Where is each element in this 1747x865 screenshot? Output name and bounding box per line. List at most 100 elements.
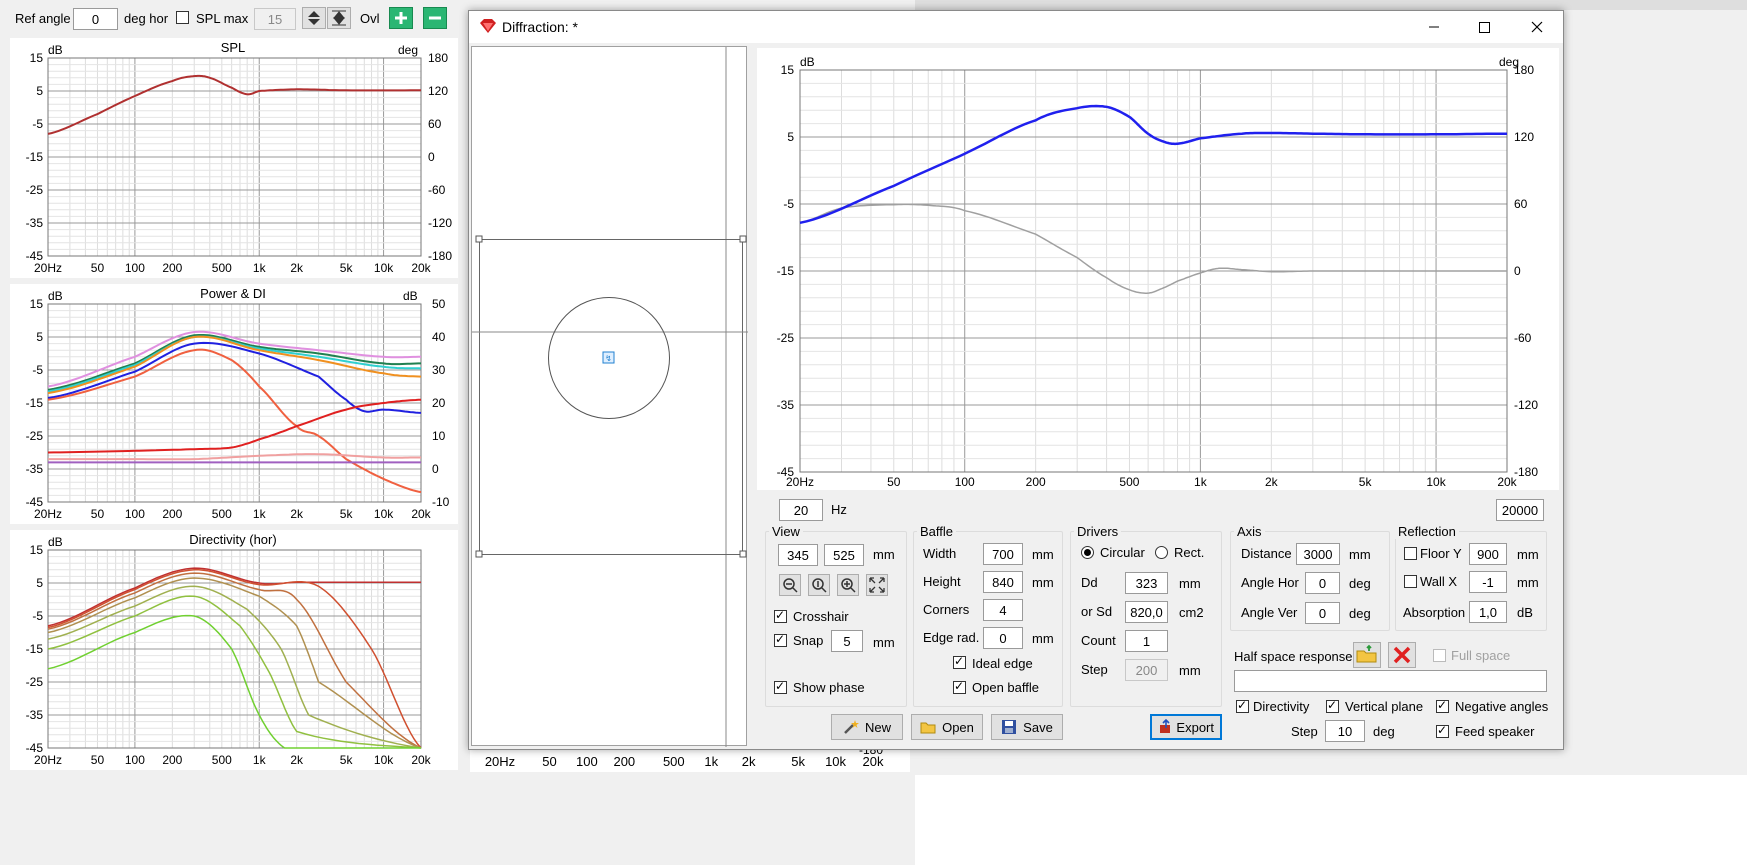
show-phase-checkbox[interactable] [774,679,787,694]
snap-checkbox[interactable] [774,632,787,647]
snap-input[interactable] [831,630,863,652]
half-space-file-input[interactable] [1234,670,1547,692]
di-x-tick: 200 [162,753,182,767]
pw-x-tick: 100 [125,507,145,521]
feed-speaker-checkbox[interactable] [1436,723,1449,738]
rect-radio[interactable] [1155,546,1168,559]
driver-step-input[interactable] [1125,659,1168,681]
open-baffle-checkbox[interactable] [953,679,966,694]
title-bar: Diffraction: * [469,11,1563,43]
bg-x-tick: 5k [791,754,805,769]
save-button[interactable]: Save [991,714,1063,740]
di-x-tick: 10k [374,753,394,767]
spl-right-tick: -60 [428,183,446,197]
wall-checkbox[interactable] [1404,575,1417,588]
angle-ver-label: Angle Ver [1241,605,1298,620]
angle-step-input[interactable] [1325,720,1365,742]
zoom-in-icon[interactable] [837,574,859,596]
crosshair-checkbox[interactable] [774,608,787,623]
browser-strip [915,0,1747,10]
close-icon[interactable] [1522,15,1552,39]
axis-title: Axis [1234,524,1265,539]
freq-unit-label: Hz [831,502,847,517]
floor-unit: mm [1517,547,1539,562]
feed-speaker-label: Feed speaker [1455,724,1535,739]
view-height-input[interactable] [824,544,864,566]
di-left-tick: -15 [26,642,44,656]
spl-left-unit: dB [48,43,63,57]
absorption-unit: dB [1517,605,1533,620]
big-left-tick: -35 [777,398,795,412]
maximize-icon[interactable] [1469,15,1499,39]
spl-chart: SPL dB deg 155-5-15-25-35-45180120600-60… [10,38,458,278]
angle-ver-input[interactable] [1305,602,1340,624]
directivity-left-unit: dB [48,535,63,549]
ref-angle-input[interactable] [73,8,118,30]
spin-up-down-icon[interactable] [302,7,326,29]
add-icon[interactable] [389,7,413,29]
pw-left-tick: 15 [30,297,44,311]
reflection-title: Reflection [1395,524,1459,539]
pw-left-tick: -25 [26,429,44,443]
circular-radio[interactable] [1081,546,1094,559]
wall-input[interactable] [1469,571,1507,593]
width-input[interactable] [983,543,1023,565]
sd-input[interactable] [1125,601,1168,623]
baffle-outline [479,239,743,555]
fit-vertical-icon[interactable] [327,7,351,29]
new-button[interactable]: New [831,714,903,740]
freq-min-input[interactable] [779,499,823,521]
negative-angles-checkbox[interactable] [1436,698,1449,713]
ovl-label: Ovl [360,11,380,26]
pw-right-tick: 50 [432,297,446,311]
zoom-fit-icon[interactable] [866,574,888,596]
absorption-input[interactable] [1469,601,1507,623]
edge-rad-input[interactable] [983,627,1023,649]
directivity-checkbox[interactable] [1236,698,1249,713]
spl-max-checkbox[interactable] [176,11,189,24]
pw-x-tick: 10k [374,507,394,521]
big-left-tick: -25 [777,331,795,345]
freq-max-input[interactable] [1496,499,1544,521]
vertical-plane-checkbox[interactable] [1326,698,1339,713]
ideal-edge-checkbox[interactable] [953,654,966,669]
spl-left-tick: -35 [26,216,44,230]
big-x-tick: 20k [1497,475,1517,489]
corners-input[interactable] [983,599,1023,621]
remove-icon[interactable] [423,7,447,29]
sd-unit: cm2 [1179,605,1204,620]
view-width-input[interactable] [778,544,818,566]
pw-left-tick: -5 [32,363,43,377]
minimize-icon[interactable] [1419,15,1449,39]
zoom-out-icon[interactable] [779,574,801,596]
open-button[interactable]: Open [911,714,983,740]
angle-hor-input[interactable] [1305,572,1340,594]
open-folder-icon[interactable] [1353,642,1381,668]
negative-angles-label: Negative angles [1455,699,1549,714]
pw-x-tick: 20k [411,507,431,521]
height-input[interactable] [983,571,1023,593]
show-phase-label: Show phase [793,680,865,695]
zoom-1to1-icon[interactable] [808,574,830,596]
pw-x-tick: 200 [162,507,182,521]
pw-right-tick: 20 [432,396,446,410]
spl-left-tick: 5 [36,84,43,98]
delete-icon[interactable] [1388,642,1416,668]
big-right-tick: -60 [1514,331,1532,345]
dd-input[interactable] [1125,572,1168,594]
driver-step-label: Step [1081,662,1108,677]
width-unit: mm [1032,547,1054,562]
floor-input[interactable] [1469,543,1507,565]
baffle-canvas[interactable]: ↯ [471,46,748,747]
power-right-unit: dB [403,289,418,303]
floor-checkbox[interactable] [1404,547,1417,560]
count-input[interactable] [1125,630,1168,652]
export-button[interactable]: Export [1150,714,1222,740]
distance-input[interactable] [1296,543,1340,565]
save-button-label: Save [1023,719,1053,735]
spl-max-input[interactable] [254,8,296,30]
big-right-tick: 180 [1514,63,1534,77]
drivers-title: Drivers [1074,524,1122,539]
spl-x-tick: 5k [340,261,354,275]
full-space-checkbox[interactable] [1433,649,1446,662]
